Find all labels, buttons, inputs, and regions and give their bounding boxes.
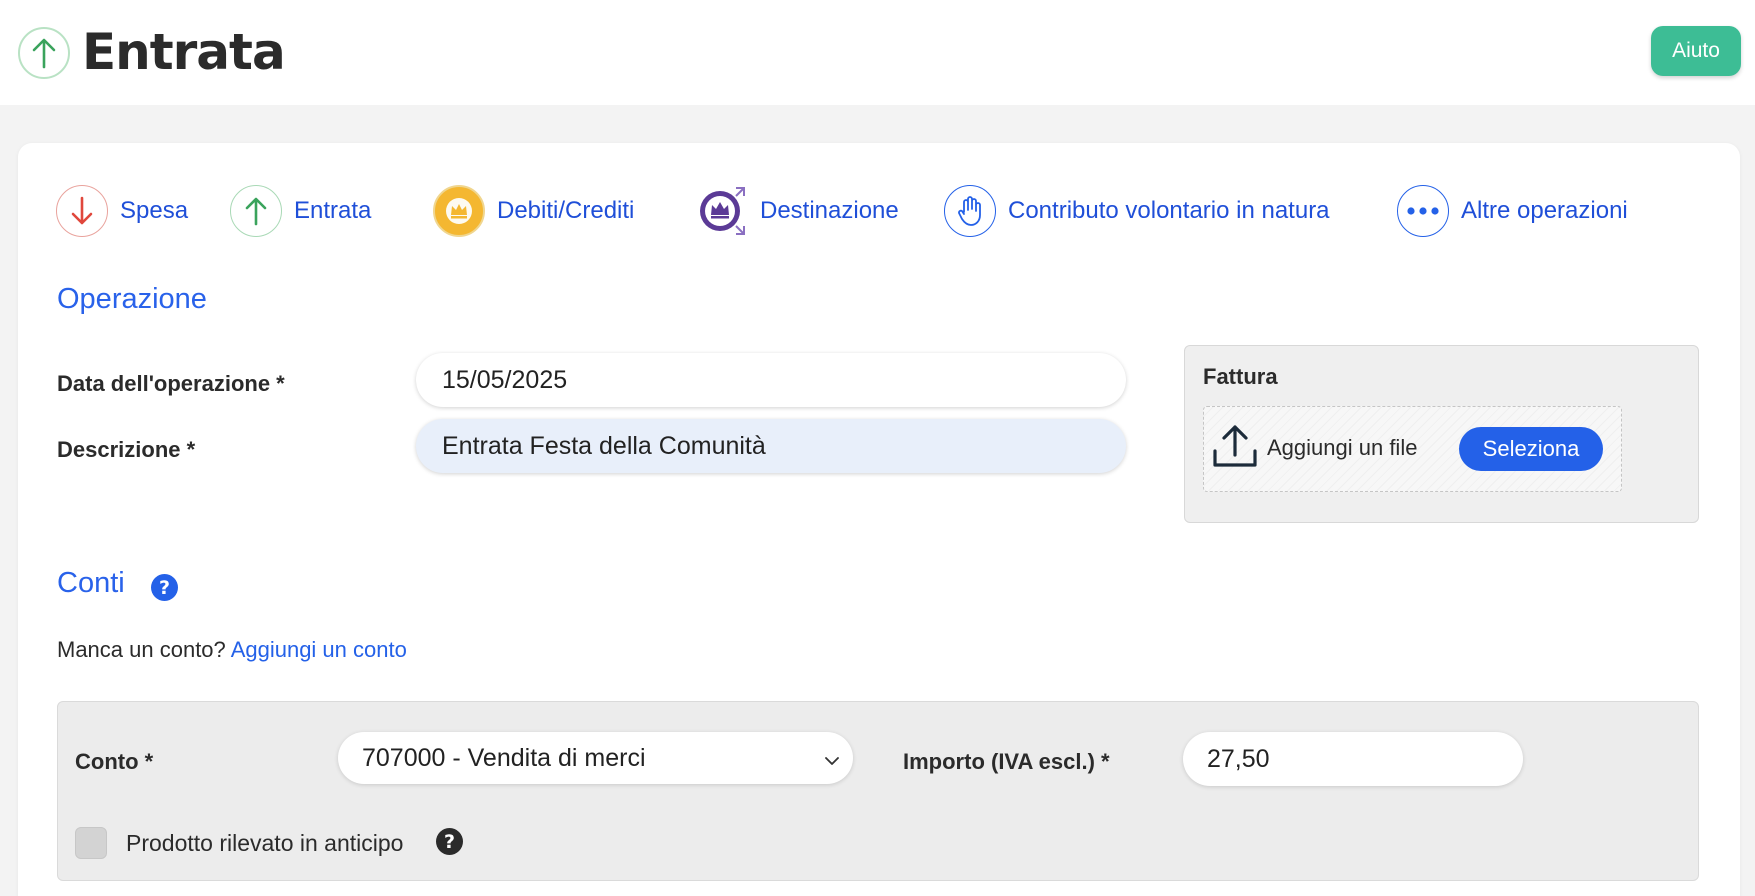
date-label: Data dell'operazione * <box>57 371 285 396</box>
operation-label: Destinazione <box>760 197 899 224</box>
missing-account-label: Manca un conto? <box>57 637 226 662</box>
description-input[interactable]: Entrata Festa della Comunità <box>416 419 1126 473</box>
crown-arrows-icon <box>696 185 748 237</box>
page-title: Entrata <box>82 23 286 81</box>
amount-input[interactable]: 27,50 <box>1183 732 1523 786</box>
file-dropzone[interactable]: Aggiungi un file Seleziona <box>1203 406 1622 492</box>
operation-label: Spesa <box>120 197 189 224</box>
operation-label: Contributo volontario in natura <box>1008 197 1330 224</box>
account-select-value: 707000 - Vendita di merci <box>362 743 646 772</box>
advance-product-checkbox[interactable] <box>75 827 107 859</box>
main-card: Spesa Entrata Debiti/Crediti Destinazion… <box>18 143 1740 896</box>
select-file-button[interactable]: Seleziona <box>1459 427 1603 471</box>
operation-label: Altre operazioni <box>1461 197 1628 224</box>
account-entry-panel: Conto * 707000 - Vendita di merci Import… <box>57 701 1699 881</box>
arrow-up-icon <box>18 27 70 79</box>
invoice-label: Fattura <box>1203 364 1278 389</box>
upload-icon <box>1210 421 1260 476</box>
description-label: Descrizione * <box>57 437 196 462</box>
operation-altre[interactable]: Altre operazioni <box>1397 183 1628 239</box>
operation-destinazione[interactable]: Destinazione <box>696 183 899 239</box>
account-label: Conto * <box>75 749 154 774</box>
question-icon[interactable]: ? <box>436 828 463 855</box>
arrow-up-icon <box>230 185 282 237</box>
add-account-link[interactable]: Aggiungi un conto <box>231 637 407 662</box>
amount-label: Importo (IVA escl.) * <box>903 749 1110 774</box>
chevron-down-icon <box>823 748 841 777</box>
more-dots-icon <box>1397 185 1449 237</box>
advance-product-label: Prodotto rilevato in anticipo <box>126 830 404 856</box>
operation-spesa[interactable]: Spesa <box>56 183 188 239</box>
missing-account-text: Manca un conto? Aggiungi un conto <box>57 637 407 663</box>
operation-label: Debiti/Crediti <box>497 197 635 224</box>
add-file-text: Aggiungi un file <box>1267 435 1418 460</box>
arrow-down-icon <box>56 185 108 237</box>
invoice-panel: Fattura Aggiungi un file Seleziona <box>1184 345 1699 523</box>
crown-icon <box>433 185 485 237</box>
operation-contributo-natura[interactable]: Contributo volontario in natura <box>944 183 1330 239</box>
section-title-conti: Conti <box>57 567 125 599</box>
date-input[interactable]: 15/05/2025 <box>416 353 1126 407</box>
operation-entrata[interactable]: Entrata <box>230 183 371 239</box>
operation-label: Entrata <box>294 197 372 224</box>
top-bar: Entrata Aiuto <box>0 0 1755 105</box>
operation-debiti-crediti[interactable]: Debiti/Crediti <box>433 183 634 239</box>
question-icon[interactable]: ? <box>151 574 178 601</box>
account-select[interactable]: 707000 - Vendita di merci <box>338 732 853 784</box>
help-button[interactable]: Aiuto <box>1651 26 1741 76</box>
hand-icon <box>944 185 996 237</box>
section-title-operazione: Operazione <box>57 283 207 315</box>
